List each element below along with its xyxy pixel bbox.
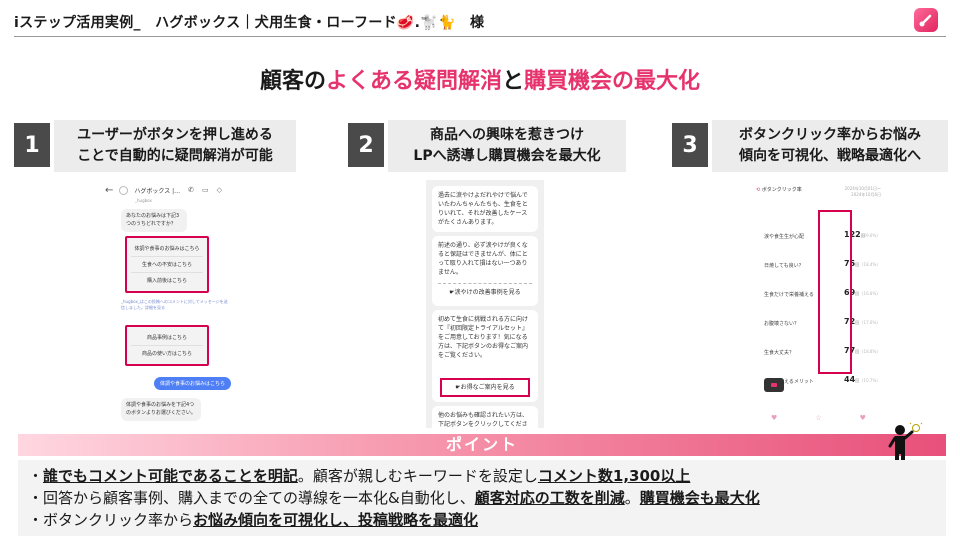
- account-handle: _hugbox: [135, 198, 152, 203]
- option-button[interactable]: 生食への不安はこちら: [131, 257, 203, 273]
- row-label: 生食大丈夫？: [764, 350, 795, 357]
- step-2: 2 商品への興味を惹きつけ LPへ誘導し購買機会を最大化: [348, 120, 626, 172]
- user-reply-bubble: 体調や食事のお悩みはこちら: [153, 377, 231, 390]
- step-text: ボタンクリック率からお悩み 傾向を可視化、戦略最適化へ: [712, 120, 948, 172]
- phone-icon[interactable]: ✆: [188, 186, 194, 194]
- bot-message: 体調や食事のお悩みを下記4つのボタンよりお選びください。: [121, 398, 201, 421]
- option-group-highlight: 体調や食事のお悩みはこちら 生食への不安はこちら 購入前後はこちら: [125, 236, 209, 293]
- step-line: ボタンクリック率からお悩み: [739, 127, 921, 143]
- star-icon[interactable]: ☆: [815, 414, 821, 422]
- system-note: _hugbox_はこの投稿へのコメントに対してメッセージを送信しました。詳細を見…: [121, 299, 228, 310]
- point-emphasis: 顧客対応の工数を削減: [474, 489, 625, 507]
- headline: 顧客のよくある疑問解消と購買機会の最大化: [0, 63, 960, 95]
- case-study-link[interactable]: ☛涙やけの改善事例を見る: [438, 283, 532, 301]
- point-3: ・ボタンクリック率からお悩み傾向を可視化し、投稿戦略を最適化: [28, 511, 479, 529]
- header-divider: [14, 36, 946, 37]
- count-unit: 回: [855, 349, 860, 355]
- step-line: ことで自動的に疑問解消が可能: [77, 148, 273, 164]
- tag-icon[interactable]: ◇: [217, 186, 222, 194]
- count-unit: 回: [855, 291, 860, 297]
- points-list: ・誰でもコメント可能であることを明記。顧客が親しむキーワードを設定しコメント数1…: [18, 460, 946, 536]
- step-text: ユーザーがボタンを押し進める ことで自動的に疑問解消が可能: [54, 120, 296, 172]
- phone-screenshot-analytics: ⟲ ボタンクリック率 2024年10月01日〜 2024年10月6日 涙や食生生…: [752, 180, 885, 428]
- point-emphasis: 購買機会も最大化: [639, 489, 760, 507]
- headline-part2: よくある疑問解消: [325, 69, 502, 94]
- heart-icon[interactable]: ♥: [771, 414, 777, 422]
- header-title: iステップ活用実例_ ハグボックス｜犬用生食・ローフード🥩.🐩🐈 様: [14, 15, 485, 31]
- point-emphasis: お悩み傾向を可視化し、投稿戦略を最適化: [193, 511, 479, 529]
- option-button[interactable]: 商品事例はこちら: [131, 330, 203, 346]
- row-percent: (17.6%): [862, 320, 878, 326]
- point-emphasis: コメント数1,300以上: [537, 467, 691, 485]
- row-label: 生食だけで栄養補える: [764, 292, 814, 299]
- point-text: ボタンクリック率から: [43, 511, 194, 529]
- point-text: 。: [624, 489, 640, 507]
- bot-message: 過去に涙やけよだれやけで悩んでいたわんちゃんたちも、生食をとりいれて、それが改善…: [432, 186, 538, 232]
- chat-body: あなたのお悩みは下記3つのうちどれですか？ 体調や食事のお悩みはこちら 生食への…: [121, 209, 231, 421]
- bot-message: あなたのお悩みは下記3つのうちどれですか？: [121, 209, 187, 232]
- row-percent: (18.4%): [862, 262, 878, 268]
- message-text: 初めて生食に挑戦される方に向けて『初回限定トライアルセット』をご用意しております…: [438, 316, 529, 359]
- step-line: 傾向を可視化、戦略最適化へ: [739, 148, 921, 164]
- user-reply: 体調や食事のお悩みはこちら: [121, 370, 231, 390]
- row-percent: (18.8%): [862, 349, 878, 355]
- counts-highlight-frame: [818, 210, 852, 374]
- row-percent: (10.7%): [862, 378, 878, 384]
- point-1: ・誰でもコメント可能であることを明記。顧客が親しむキーワードを設定しコメント数1…: [28, 467, 691, 485]
- point-text: 。顧客が親しむキーワードを設定し: [297, 467, 538, 485]
- count-unit: 回: [855, 320, 860, 326]
- phone-screenshot-chat: ← ハグボックス |… ✆ ▭ ◇ _hugbox あなたのお悩みは下記3つのう…: [105, 180, 245, 428]
- date-range: 2024年10月01日〜 2024年10月6日: [844, 186, 881, 197]
- message-text: 前述の通り、必ず涙やけが良くなると保証はできませんが、体にとって取り入れて損はな…: [438, 242, 528, 276]
- step-number: 1: [14, 123, 50, 167]
- headline-part3: と: [502, 69, 525, 94]
- step-line: 商品への興味を惹きつけ: [430, 127, 584, 143]
- option-button[interactable]: 商品の使い方はこちら: [131, 346, 203, 361]
- point-2: ・回答から顧客事例、購入までの全ての導線を一本化&自動化し、顧客対応の工数を削減…: [28, 489, 760, 507]
- chat-header: ← ハグボックス |… ✆ ▭ ◇: [105, 182, 245, 198]
- row-label: お腹壊さない？: [764, 321, 800, 328]
- analytics-title-text: ボタンクリック率: [761, 187, 802, 193]
- step-line: ユーザーがボタンを押し進める: [77, 127, 273, 143]
- row-label: 日焼しても良い？: [764, 263, 804, 270]
- analytics-icon: ⟲: [756, 187, 761, 193]
- phone-screenshot-messages: 過去に涙やけよだれやけで悩んでいたわんちゃんたちも、生食をとりいれて、それが改善…: [426, 180, 544, 428]
- headline-part4: 購買機会の最大化: [524, 69, 701, 94]
- point-emphasis: 誰でもコメント可能であることを明記: [43, 467, 298, 485]
- step-1: 1 ユーザーがボタンを押し進める ことで自動的に疑問解消が可能: [14, 120, 296, 172]
- point-text: 回答から顧客事例、購入までの全ての導線を一本化&自動化し、: [43, 489, 475, 507]
- istep-logo-icon: [914, 8, 938, 32]
- option-group-highlight: 商品事例はこちら 商品の使い方はこちら: [125, 325, 209, 366]
- row-label: 涙や食生生が心配: [764, 234, 805, 241]
- account-name: ハグボックス |…: [134, 187, 181, 195]
- step-number: 3: [672, 123, 708, 167]
- chat-widget-icon[interactable]: [764, 378, 784, 392]
- analytics-title: ⟲ ボタンクリック率: [756, 186, 802, 193]
- count-value: 44: [844, 375, 856, 385]
- avatar: [119, 185, 129, 195]
- heart-icon[interactable]: ♥: [860, 414, 866, 422]
- step-text: 商品への興味を惹きつけ LPへ誘導し購買機会を最大化: [388, 120, 626, 172]
- offer-link-highlight[interactable]: ☛お得なご案内を見る: [440, 378, 530, 397]
- analytics-header: ⟲ ボタンクリック率 2024年10月01日〜 2024年10月6日: [752, 180, 885, 201]
- header: iステップ活用実例_ ハグボックス｜犬用生食・ローフード🥩.🐩🐈 様: [0, 0, 960, 38]
- step-line: LPへ誘導し購買機会を最大化: [413, 148, 601, 164]
- row-count: 44回: [844, 375, 859, 384]
- row-percent: (29.6%): [862, 233, 878, 239]
- bottom-nav: ♥ ☆ ♥: [752, 414, 885, 422]
- option-button[interactable]: 体調や食事のお悩みはこちら: [131, 241, 203, 257]
- count-unit: 回: [855, 378, 860, 384]
- video-icon[interactable]: ▭: [202, 186, 209, 194]
- headline-part1: 顧客の: [259, 69, 326, 94]
- step-3: 3 ボタンクリック率からお悩み 傾向を可視化、戦略最適化へ: [672, 120, 948, 172]
- bot-message-with-link: 前述の通り、必ず涙やけが良くなると保証はできませんが、体にとって取り入れて損はな…: [432, 236, 538, 306]
- points-title: ポイント: [18, 434, 946, 456]
- step-number: 2: [348, 123, 384, 167]
- bot-message-with-link: 初めて生食に挑戦される方に向けて『初回限定トライアルセット』をご用意しております…: [432, 310, 538, 402]
- row-percent: (16.8%): [862, 291, 878, 297]
- count-unit: 回: [855, 262, 860, 268]
- option-button[interactable]: 購入前後はこちら: [131, 273, 203, 288]
- back-arrow-icon[interactable]: ←: [105, 185, 113, 196]
- bot-message: 他のお悩みも確認されたい方は、下記ボタンをクリックしてください。: [432, 406, 538, 428]
